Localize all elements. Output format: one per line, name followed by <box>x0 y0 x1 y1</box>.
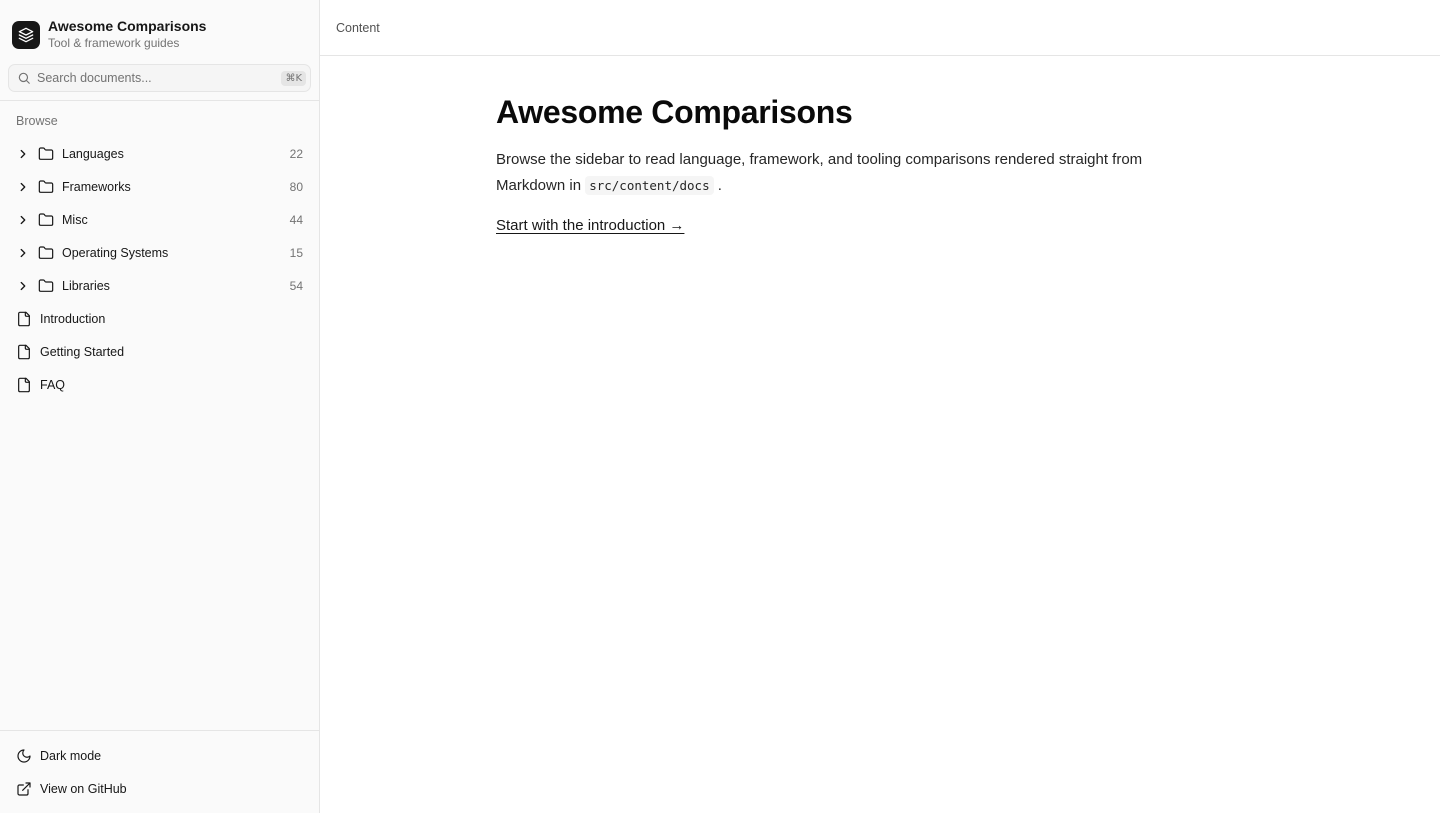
file-icon <box>16 377 32 393</box>
chevron-right-icon[interactable] <box>16 180 30 194</box>
sidebar-item-label: Introduction <box>40 311 106 326</box>
search-box[interactable]: ⌘K <box>8 64 311 92</box>
brand-subtitle: Tool & framework guides <box>48 36 180 51</box>
moon-icon <box>16 748 32 764</box>
content: Awesome Comparisons Browse the sidebar t… <box>320 56 1200 235</box>
sidebar-item-label: Misc <box>62 212 88 227</box>
folder-icon <box>38 212 54 228</box>
github-link[interactable]: View on GitHub <box>8 772 311 805</box>
sidebar-item-count: 44 <box>289 212 303 227</box>
sidebar-item-count: 80 <box>289 179 303 194</box>
topbar: Content <box>320 0 1440 56</box>
nav-section-label: Browse <box>16 114 58 128</box>
chevron-right-icon[interactable] <box>16 246 30 260</box>
main-area: Content Awesome Comparisons Browse the s… <box>320 0 1440 813</box>
search-input[interactable] <box>37 71 282 85</box>
sidebar-item-faq[interactable]: FAQ <box>8 368 311 401</box>
sidebar-item-label: FAQ <box>40 377 66 392</box>
breadcrumb[interactable]: Content <box>336 21 380 35</box>
folder-icon <box>38 146 54 162</box>
start-introduction-link[interactable]: Start with the introduction → <box>496 217 684 234</box>
sidebar-item-label: Getting Started <box>40 344 125 359</box>
layers-icon <box>12 20 40 49</box>
intro-text-end: . <box>717 177 722 194</box>
dark-mode-toggle[interactable]: Dark mode <box>8 739 311 772</box>
sidebar-item-count: 15 <box>289 245 303 260</box>
sidebar-footer: Dark mode View on GitHub <box>0 730 319 813</box>
brand-title: Awesome Comparisons <box>48 18 207 35</box>
sidebar-item-label: Operating Systems <box>62 245 169 260</box>
intro-code: src/content/docs <box>585 176 714 195</box>
search-container: ⌘K <box>0 56 319 101</box>
sidebar-item-operating-systems[interactable]: Operating Systems 15 <box>8 236 311 269</box>
search-icon <box>17 71 31 85</box>
page-title: Awesome Comparisons <box>496 94 853 130</box>
sidebar-nav: Browse Languages 22 Frameworks 80 Misc 4… <box>0 101 319 730</box>
sidebar-item-count: 54 <box>289 278 303 293</box>
file-icon <box>16 311 32 327</box>
sidebar: Awesome Comparisons Tool & framework gui… <box>0 0 320 813</box>
file-icon <box>16 344 32 360</box>
brand[interactable]: Awesome Comparisons Tool & framework gui… <box>0 0 319 56</box>
sidebar-item-getting-started[interactable]: Getting Started <box>8 335 311 368</box>
github-label: View on GitHub <box>40 781 127 796</box>
chevron-right-icon[interactable] <box>16 213 30 227</box>
sidebar-item-libraries[interactable]: Libraries 54 <box>8 269 311 302</box>
sidebar-item-label: Languages <box>62 146 124 161</box>
search-shortcut: ⌘K <box>281 70 306 86</box>
sidebar-item-label: Frameworks <box>62 179 131 194</box>
sidebar-item-count: 22 <box>289 146 303 161</box>
chevron-right-icon[interactable] <box>16 279 30 293</box>
dark-mode-label: Dark mode <box>40 748 102 763</box>
intro-paragraph: Browse the sidebar to read language, fra… <box>496 147 1200 199</box>
folder-icon <box>38 278 54 294</box>
sidebar-item-frameworks[interactable]: Frameworks 80 <box>8 170 311 203</box>
folder-icon <box>38 179 54 195</box>
folder-icon <box>38 245 54 261</box>
sidebar-item-introduction[interactable]: Introduction <box>8 302 311 335</box>
brand-text: Awesome Comparisons Tool & framework gui… <box>48 18 206 50</box>
app: Awesome Comparisons Tool & framework gui… <box>0 0 1440 813</box>
sidebar-item-languages[interactable]: Languages 22 <box>8 137 311 170</box>
sidebar-item-misc[interactable]: Misc 44 <box>8 203 311 236</box>
chevron-right-icon[interactable] <box>16 147 30 161</box>
sidebar-item-label: Libraries <box>62 278 110 293</box>
external-link-icon <box>16 781 32 797</box>
